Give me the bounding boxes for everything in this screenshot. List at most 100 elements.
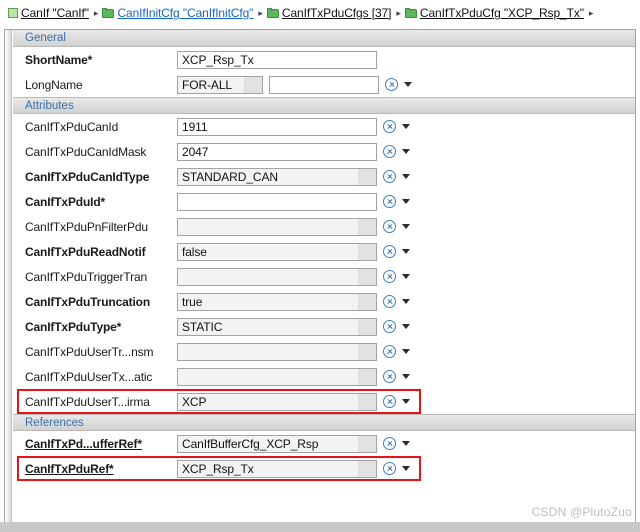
chevron-down-icon[interactable] xyxy=(402,149,410,154)
breadcrumb-item-0[interactable]: CanIf "CanIf" xyxy=(8,0,89,26)
property-label: CanIfTxPduTruncation xyxy=(25,294,151,309)
property-row: CanIfTxPduCanId 1911 xyxy=(13,114,635,139)
property-input-value: FOR-ALL xyxy=(182,77,232,92)
reset-value-icon[interactable] xyxy=(383,320,396,333)
property-row: CanIfTxPduUserTr...nsm xyxy=(13,339,635,364)
property-input[interactable]: STATIC xyxy=(177,317,377,336)
property-control: XCP_Rsp_Tx xyxy=(177,459,410,478)
property-input-value: false xyxy=(182,244,207,259)
property-input[interactable]: CanIfBufferCfg_XCP_Rsp xyxy=(177,434,377,453)
square-icon xyxy=(8,8,18,18)
property-input[interactable]: XCP_Rsp_Tx xyxy=(177,50,377,69)
breadcrumb-separator-icon: ▸ xyxy=(588,7,594,18)
input-trailing-stub xyxy=(358,393,376,410)
property-label: CanIfTxPduUserTx...atic xyxy=(25,369,153,384)
property-row: CanIfTxPduTruncation true xyxy=(13,289,635,314)
reset-value-icon[interactable] xyxy=(383,345,396,358)
reset-value-icon[interactable] xyxy=(383,437,396,450)
property-input[interactable] xyxy=(177,192,377,211)
property-label: CanIfTxPduUserTr...nsm xyxy=(25,344,154,359)
reset-value-icon[interactable] xyxy=(383,220,396,233)
breadcrumb-item-label: CanIfTxPduCfgs [37] xyxy=(281,6,392,20)
property-input[interactable] xyxy=(177,342,377,361)
property-label[interactable]: CanIfTxPd...ufferRef* xyxy=(25,437,177,451)
property-input[interactable]: 1911 xyxy=(177,117,377,136)
reset-value-icon[interactable] xyxy=(383,195,396,208)
reset-value-icon[interactable] xyxy=(383,145,396,158)
reset-value-icon[interactable] xyxy=(383,395,396,408)
chevron-down-icon[interactable] xyxy=(402,399,410,404)
input-trailing-stub xyxy=(358,368,376,385)
chevron-down-icon[interactable] xyxy=(402,174,410,179)
reset-value-icon[interactable] xyxy=(383,245,396,258)
breadcrumb-item-label: CanIf "CanIf" xyxy=(21,6,89,20)
chevron-down-icon[interactable] xyxy=(402,466,410,471)
property-input-value: XCP_Rsp_Tx xyxy=(182,52,254,67)
property-label[interactable]: CanIfTxPduRef* xyxy=(25,462,177,476)
property-row: CanIfTxPduId* xyxy=(13,189,635,214)
property-editor-panel: General ShortName* XCP_Rsp_Tx LongName FOR-A… xyxy=(4,29,636,528)
chevron-down-icon[interactable] xyxy=(402,324,410,329)
property-input[interactable]: XCP_Rsp_Tx xyxy=(177,459,377,478)
property-row: ShortName* XCP_Rsp_Tx xyxy=(13,47,635,72)
property-input[interactable]: FOR-ALL xyxy=(177,75,263,94)
property-input[interactable]: true xyxy=(177,292,377,311)
property-input[interactable]: 2047 xyxy=(177,142,377,161)
property-input[interactable]: false xyxy=(177,242,377,261)
section-header-references: References xyxy=(13,414,635,431)
folder-icon xyxy=(266,8,279,18)
property-control: true xyxy=(177,292,410,311)
property-control: false xyxy=(177,242,410,261)
chevron-down-icon[interactable] xyxy=(402,274,410,279)
input-trailing-stub xyxy=(358,293,376,310)
reset-value-icon[interactable] xyxy=(383,270,396,283)
section-rows: CanIfTxPd...ufferRef* CanIfBufferCfg_XCP_… xyxy=(13,431,635,481)
breadcrumb-item-1[interactable]: CanIfInitCfg "CanIfInitCfg" xyxy=(102,0,253,26)
property-input[interactable] xyxy=(177,267,377,286)
property-row: CanIfTxPduRef* XCP_Rsp_Tx xyxy=(13,456,635,481)
reset-value-icon[interactable] xyxy=(385,78,398,91)
breadcrumb-item-2[interactable]: CanIfTxPduCfgs [37] xyxy=(266,0,392,26)
property-input-value: 2047 xyxy=(182,144,209,159)
input-trailing-stub xyxy=(358,243,376,260)
property-input[interactable]: STANDARD_CAN xyxy=(177,167,377,186)
chevron-down-icon[interactable] xyxy=(402,199,410,204)
property-input[interactable] xyxy=(177,217,377,236)
property-row: CanIfTxPduTriggerTran xyxy=(13,264,635,289)
reset-value-icon[interactable] xyxy=(383,370,396,383)
input-trailing-stub xyxy=(358,168,376,185)
property-input[interactable]: XCP xyxy=(177,392,377,411)
property-label: LongName xyxy=(25,77,83,92)
breadcrumb-item-label: CanIfInitCfg "CanIfInitCfg" xyxy=(117,6,254,20)
chevron-down-icon[interactable] xyxy=(404,82,412,87)
chevron-down-icon[interactable] xyxy=(402,224,410,229)
property-row: CanIfTxPduCanIdType STANDARD_CAN xyxy=(13,164,635,189)
property-row: CanIfTxPduUserT...irma XCP xyxy=(13,389,635,414)
footer-strip xyxy=(0,522,640,532)
reset-value-icon[interactable] xyxy=(383,462,396,475)
reset-value-icon[interactable] xyxy=(383,170,396,183)
property-secondary-input[interactable] xyxy=(269,75,379,94)
property-label: CanIfTxPduCanIdMask xyxy=(25,144,147,159)
property-input-value: CanIfBufferCfg_XCP_Rsp xyxy=(182,436,319,451)
chevron-down-icon[interactable] xyxy=(402,349,410,354)
property-label: CanIfTxPduCanId xyxy=(25,119,119,134)
property-input[interactable] xyxy=(177,367,377,386)
chevron-down-icon[interactable] xyxy=(402,374,410,379)
breadcrumb-separator-icon: ▸ xyxy=(93,7,99,18)
property-row: CanIfTxPduCanIdMask 2047 xyxy=(13,139,635,164)
property-control: FOR-ALL xyxy=(177,75,412,94)
reset-value-icon[interactable] xyxy=(383,120,396,133)
chevron-down-icon[interactable] xyxy=(402,249,410,254)
chevron-down-icon[interactable] xyxy=(402,124,410,129)
breadcrumb-item-3[interactable]: CanIfTxPduCfg "XCP_Rsp_Tx" xyxy=(404,0,584,26)
breadcrumb-separator-icon: ▸ xyxy=(258,7,263,18)
chevron-down-icon[interactable] xyxy=(402,441,410,446)
input-trailing-stub xyxy=(358,268,376,285)
reset-value-icon[interactable] xyxy=(383,295,396,308)
property-control: STANDARD_CAN xyxy=(177,167,410,186)
property-control xyxy=(177,217,410,236)
chevron-down-icon[interactable] xyxy=(402,299,410,304)
property-control xyxy=(177,192,410,211)
property-row: CanIfTxPduReadNotif false xyxy=(13,239,635,264)
